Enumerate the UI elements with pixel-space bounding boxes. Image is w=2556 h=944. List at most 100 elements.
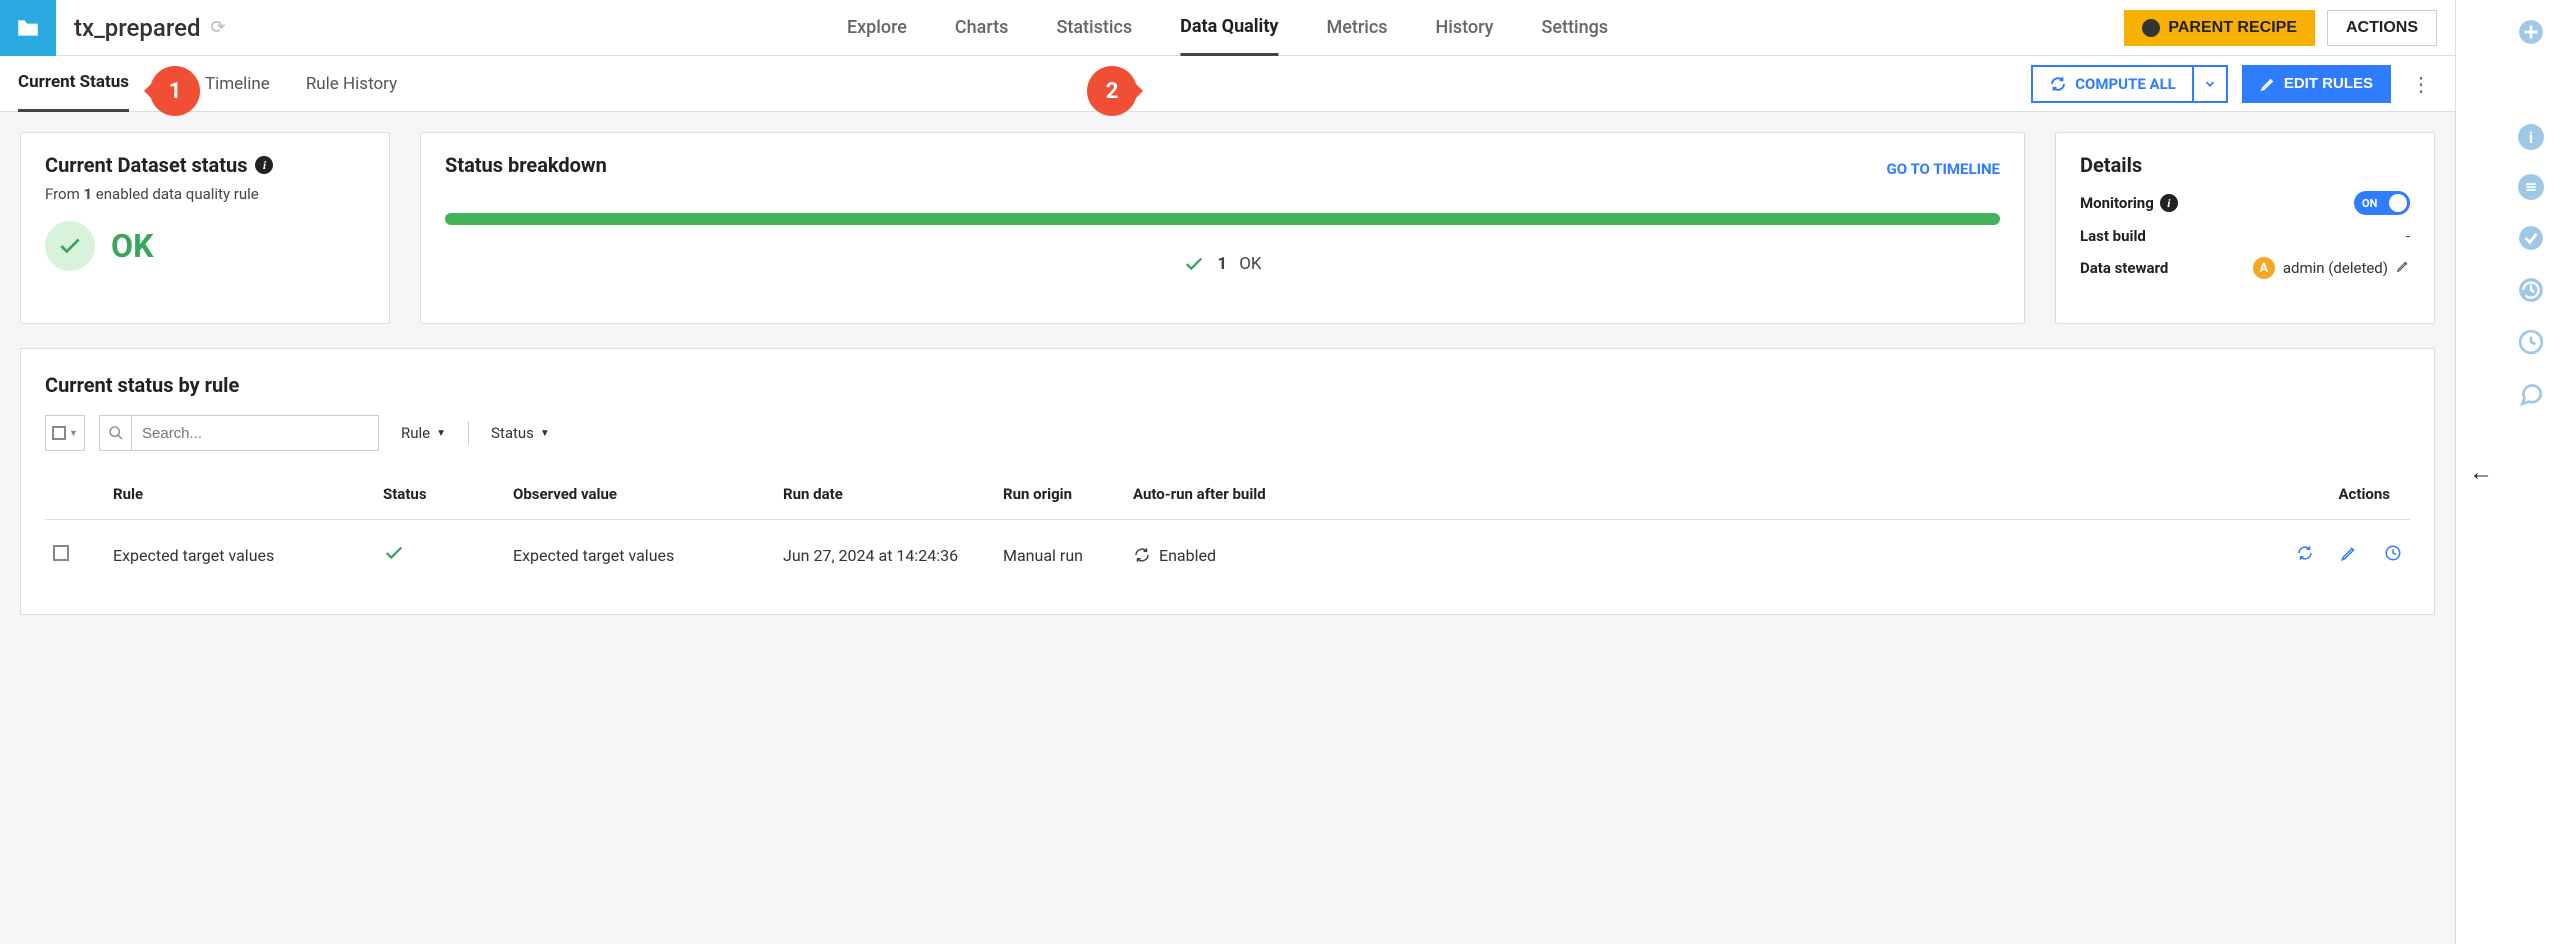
tab-explore[interactable]: Explore [847, 0, 907, 56]
subtab-rule-history[interactable]: Rule History [306, 56, 397, 112]
legend-label: OK [1239, 254, 1261, 274]
legend-count: 1 [1217, 254, 1227, 274]
pencil-icon [2396, 259, 2410, 273]
table-row[interactable]: Expected target values Expected target v… [45, 520, 2410, 591]
details-card: Details Monitoring i ON Last build - Data… [2055, 132, 2435, 324]
select-all-checkbox[interactable]: ▼ [45, 415, 85, 451]
rules-panel-title: Current status by rule [45, 373, 2410, 397]
chevron-down-icon [2203, 77, 2217, 91]
col-run-date: Run date [775, 469, 995, 520]
col-auto-run: Auto-run after build [1125, 469, 1325, 520]
compute-all-dropdown[interactable] [2192, 67, 2226, 101]
cell-run-date: Jun 27, 2024 at 14:24:36 [775, 520, 995, 591]
folder-icon-tile[interactable] [0, 0, 56, 56]
toggle-on-label: ON [2362, 197, 2377, 210]
filter-rule-dropdown[interactable]: Rule ▼ [393, 424, 454, 442]
action-history[interactable] [2384, 544, 2402, 562]
data-steward-value: admin (deleted) [2283, 259, 2388, 277]
refresh-icon [2296, 544, 2314, 562]
last-build-value: - [2406, 227, 2410, 245]
parent-recipe-button[interactable]: PARENT RECIPE [2124, 10, 2315, 46]
cell-auto-run: Enabled [1125, 520, 1325, 591]
info-icon[interactable]: i [255, 156, 273, 174]
filter-status-dropdown[interactable]: Status ▼ [483, 424, 558, 442]
top-tabs: Explore Charts Statistics Data Quality M… [847, 0, 1608, 56]
info-icon[interactable]: i [2160, 194, 2178, 212]
caret-down-icon: ▼ [436, 428, 446, 439]
breakdown-bar [445, 213, 2000, 225]
go-to-timeline-link[interactable]: GO TO TIMELINE [1887, 160, 2000, 178]
divider [468, 421, 469, 445]
details-title: Details [2080, 153, 2410, 177]
edit-steward-icon[interactable] [2396, 259, 2410, 277]
back-arrow[interactable]: ← [2456, 0, 2506, 944]
rail-add-icon[interactable] [2517, 18, 2545, 46]
status-ok-badge [45, 221, 95, 271]
pencil-icon [2260, 76, 2276, 92]
check-icon [57, 233, 83, 259]
action-recompute[interactable] [2296, 544, 2314, 562]
tab-statistics[interactable]: Statistics [1056, 0, 1132, 56]
tab-settings[interactable]: Settings [1541, 0, 1608, 56]
data-steward-label: Data steward [2080, 259, 2168, 277]
more-menu-icon[interactable]: ⋮ [2405, 72, 2437, 96]
breakdown-title: Status breakdown [445, 153, 607, 177]
callout-1: 1 [150, 66, 200, 116]
compute-all-label: COMPUTE ALL [2075, 75, 2176, 93]
recipe-icon [2142, 19, 2160, 37]
status-card-subtitle: From 1 enabled data quality rule [45, 185, 365, 203]
filter-rule-label: Rule [401, 424, 430, 442]
checkbox-icon [52, 426, 66, 440]
col-rule: Rule [105, 469, 375, 520]
col-actions: Actions [1325, 469, 2410, 520]
edit-rules-button[interactable]: EDIT RULES [2242, 65, 2391, 103]
rail-info-icon[interactable]: i [2518, 124, 2544, 150]
cell-run-origin: Manual run [995, 520, 1125, 591]
col-run-origin: Run origin [995, 469, 1125, 520]
status-text: OK [111, 227, 153, 265]
dataset-title: tx_prepared [74, 14, 200, 42]
monitoring-label: Monitoring [2080, 194, 2154, 212]
right-rail: i [2506, 0, 2556, 944]
search-wrap [99, 415, 379, 451]
cell-rule: Expected target values [105, 520, 375, 591]
rail-list-icon[interactable] [2518, 174, 2544, 200]
action-edit[interactable] [2340, 544, 2358, 562]
cell-observed: Expected target values [505, 520, 775, 591]
current-status-card: Current Dataset status i From 1 enabled … [20, 132, 390, 324]
rail-clock-icon[interactable] [2517, 328, 2545, 356]
parent-recipe-label: PARENT RECIPE [2168, 19, 2297, 37]
search-icon[interactable] [100, 416, 132, 450]
filter-status-label: Status [491, 424, 534, 442]
caret-down-icon: ▼ [540, 428, 550, 439]
tab-history[interactable]: History [1435, 0, 1493, 56]
col-status: Status [375, 469, 505, 520]
tab-data-quality[interactable]: Data Quality [1180, 0, 1278, 56]
tab-charts[interactable]: Charts [955, 0, 1009, 56]
search-input[interactable] [132, 416, 378, 450]
rail-chat-icon[interactable] [2517, 380, 2545, 408]
breakdown-legend: 1 OK [445, 253, 2000, 275]
refresh-icon[interactable]: ⟳ [210, 17, 225, 38]
sub-suffix: enabled data quality rule [92, 185, 259, 203]
sub-prefix: From [45, 185, 83, 203]
rail-history-icon[interactable] [2517, 276, 2545, 304]
tab-metrics[interactable]: Metrics [1326, 0, 1387, 56]
content-area: Current Dataset status i From 1 enabled … [0, 112, 2455, 944]
sub-count: 1 [83, 185, 92, 203]
row-checkbox[interactable] [53, 545, 69, 561]
monitoring-toggle[interactable]: ON [2354, 191, 2410, 215]
col-observed: Observed value [505, 469, 775, 520]
cell-actions [1325, 520, 2410, 591]
cell-status [375, 520, 505, 591]
subtab-current-status[interactable]: Current Status [18, 56, 129, 112]
auto-run-label: Enabled [1159, 546, 1216, 565]
compute-all-button[interactable]: COMPUTE ALL [2033, 67, 2192, 101]
sub-header: Current Status Timeline Rule History COM… [0, 56, 2455, 112]
rail-check-icon[interactable] [2517, 224, 2545, 252]
last-build-label: Last build [2080, 227, 2146, 245]
actions-button[interactable]: ACTIONS [2327, 10, 2437, 46]
refresh-icon [2049, 75, 2067, 93]
compute-all-group: COMPUTE ALL [2031, 65, 2228, 103]
rules-table: Rule Status Observed value Run date Run … [45, 469, 2410, 590]
